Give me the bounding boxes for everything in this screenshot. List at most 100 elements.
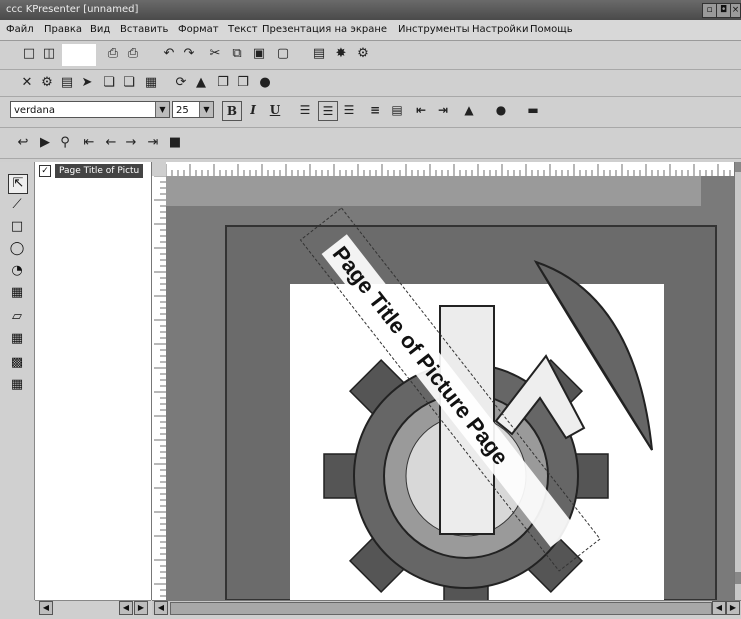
align-right-icon[interactable]: ☰: [340, 101, 358, 119]
text-color-icon[interactable]: ▲: [460, 101, 478, 119]
formula-icon[interactable]: ▦: [8, 376, 26, 394]
align-icon[interactable]: ▦: [142, 74, 160, 92]
font-select[interactable]: verdana ▼: [10, 101, 170, 118]
outline-item-label[interactable]: Page Title of Pictu: [55, 164, 144, 178]
ruler-ticks: [166, 164, 731, 176]
highlight-color-icon[interactable]: ●: [492, 101, 510, 119]
open-icon[interactable]: ◫: [40, 45, 58, 63]
group-icon[interactable]: ❏: [120, 74, 138, 92]
navigation-toolbar: ↩ ▶ ⚲ ⇤ ← → ⇥ ■: [0, 128, 741, 159]
forward-icon[interactable]: →: [122, 134, 140, 152]
title-bar: ссс KPresenter [unnamed] ▫ ◘ ×: [0, 0, 741, 20]
last-page-icon[interactable]: ⇥: [144, 134, 162, 152]
scroll-left-icon[interactable]: ◀: [712, 601, 726, 615]
cut-icon[interactable]: ✂: [206, 45, 224, 63]
scroll-up-icon[interactable]: [735, 162, 741, 172]
scroll-right-icon[interactable]: ▶: [726, 601, 740, 615]
back-icon[interactable]: ←: [102, 134, 120, 152]
arrow-tool-icon[interactable]: ➤: [78, 74, 96, 92]
paste-icon[interactable]: ▣: [250, 45, 268, 63]
chevron-down-icon[interactable]: ▼: [155, 102, 169, 117]
lower-icon[interactable]: ❐: [234, 74, 252, 92]
vertical-ruler: [152, 176, 167, 600]
slide-checkbox[interactable]: ✓: [39, 165, 51, 177]
zoom-icon[interactable]: ⚙: [354, 45, 372, 63]
size-select[interactable]: 25 ▼: [172, 101, 214, 118]
chart-icon[interactable]: ▩: [8, 354, 26, 372]
menu-help[interactable]: Помощь: [530, 24, 573, 35]
outline-item[interactable]: ✓ Page Title of Pictu: [35, 164, 151, 178]
align-center-icon[interactable]: ☰: [318, 101, 338, 121]
table-icon[interactable]: ▦: [8, 330, 26, 348]
picture-icon[interactable]: ▦: [8, 284, 26, 302]
menu-file[interactable]: Файл: [6, 24, 34, 35]
stop-icon[interactable]: ■: [166, 134, 184, 152]
close-button[interactable]: ×: [730, 3, 741, 18]
redo-icon[interactable]: ↷: [180, 45, 198, 63]
numbered-list-icon[interactable]: ▤: [388, 101, 406, 119]
search-icon[interactable]: ⚲: [56, 134, 74, 152]
indent-less-icon[interactable]: ⇤: [412, 101, 430, 119]
raise-icon[interactable]: ❐: [214, 74, 232, 92]
vertical-scrollbar[interactable]: [734, 162, 741, 600]
menu-format[interactable]: Формат: [178, 24, 219, 35]
previous-page-icon[interactable]: ⇤: [80, 134, 98, 152]
minimize-button[interactable]: ▫: [702, 3, 717, 18]
page-list-icon[interactable]: ▤: [310, 45, 328, 63]
italic-button[interactable]: I: [244, 101, 262, 119]
main-toolbar: □ ◫ ⎙ ⎙ ↶ ↷ ✂ ⧉ ▣ ▢ ▤ ✸ ⚙: [0, 41, 741, 70]
text-tool-icon[interactable]: ✕: [18, 74, 36, 92]
underline-button[interactable]: U: [266, 101, 284, 119]
duplicate-icon[interactable]: ❏: [100, 74, 118, 92]
menu-text[interactable]: Текст: [228, 24, 258, 35]
bold-button[interactable]: B: [222, 101, 242, 121]
edit-toolbar: ✕ ⚙ ▤ ➤ ❏ ❏ ▦ ⟳ ▲ ❐ ❐ ●: [0, 70, 741, 97]
menu-tools[interactable]: Инструменты: [398, 24, 470, 35]
ruler-ticks: [154, 176, 166, 597]
horizontal-ruler: [166, 162, 734, 177]
print-icon[interactable]: ⎙: [104, 45, 122, 63]
play-icon[interactable]: ▶: [36, 134, 54, 152]
maximize-button[interactable]: ◘: [716, 3, 731, 18]
bullet-list-icon[interactable]: ≡: [366, 101, 384, 119]
scrollbar-thumb[interactable]: [170, 602, 712, 615]
chevron-down-icon[interactable]: ▼: [199, 102, 213, 117]
scroll-left-icon[interactable]: ◀: [119, 601, 133, 615]
menu-settings[interactable]: Настройки: [472, 24, 528, 35]
line-icon[interactable]: ⟋: [8, 196, 26, 214]
outline-scrollbar[interactable]: ◀ ◀ ▶: [35, 600, 151, 615]
menu-slideshow[interactable]: Презентация на экране: [262, 24, 387, 35]
horizontal-scrollbar[interactable]: ◀ ◀ ▶: [152, 600, 741, 615]
format-toolbar: verdana ▼ 25 ▼ B I U ☰ ☰ ☰ ≡ ▤ ⇤ ⇥ ▲ ● ▬: [0, 97, 741, 128]
rotate-icon[interactable]: ⟳: [172, 74, 190, 92]
line-tool-icon[interactable]: ▤: [58, 74, 76, 92]
new-icon[interactable]: □: [20, 45, 38, 63]
first-page-icon[interactable]: ↩: [14, 134, 32, 152]
size-value: 25: [176, 105, 189, 116]
menu-bar: Файл Правка Вид Вставить Формат Текст Пр…: [0, 20, 741, 41]
pie-icon[interactable]: ◔: [8, 262, 26, 280]
menu-view[interactable]: Вид: [90, 24, 110, 35]
star-icon[interactable]: ✸: [332, 45, 350, 63]
pen-color-icon[interactable]: ▬: [524, 101, 542, 119]
menu-edit[interactable]: Правка: [44, 24, 82, 35]
print-preview-icon[interactable]: ⎙: [124, 45, 142, 63]
scroll-left-icon[interactable]: ◀: [39, 601, 53, 615]
slide-canvas[interactable]: Page Title of Picture Page: [166, 176, 734, 600]
undo-icon[interactable]: ↶: [160, 45, 178, 63]
rectangle-icon[interactable]: □: [8, 218, 26, 236]
scroll-left-icon[interactable]: ◀: [154, 601, 168, 615]
delete-icon[interactable]: ▢: [274, 45, 292, 63]
menu-insert[interactable]: Вставить: [120, 24, 168, 35]
shadow-icon[interactable]: ▲: [192, 74, 210, 92]
shape-tool-icon[interactable]: ⚙: [38, 74, 56, 92]
effect-icon[interactable]: ●: [256, 74, 274, 92]
align-left-icon[interactable]: ☰: [296, 101, 314, 119]
ellipse-icon[interactable]: ◯: [8, 240, 26, 258]
select-tool-icon[interactable]: ⇱: [8, 174, 28, 194]
polygon-icon[interactable]: ▱: [8, 308, 26, 326]
scroll-right-icon[interactable]: ▶: [134, 601, 148, 615]
scroll-down-icon[interactable]: [735, 572, 741, 584]
copy-icon[interactable]: ⧉: [228, 45, 246, 63]
indent-more-icon[interactable]: ⇥: [434, 101, 452, 119]
